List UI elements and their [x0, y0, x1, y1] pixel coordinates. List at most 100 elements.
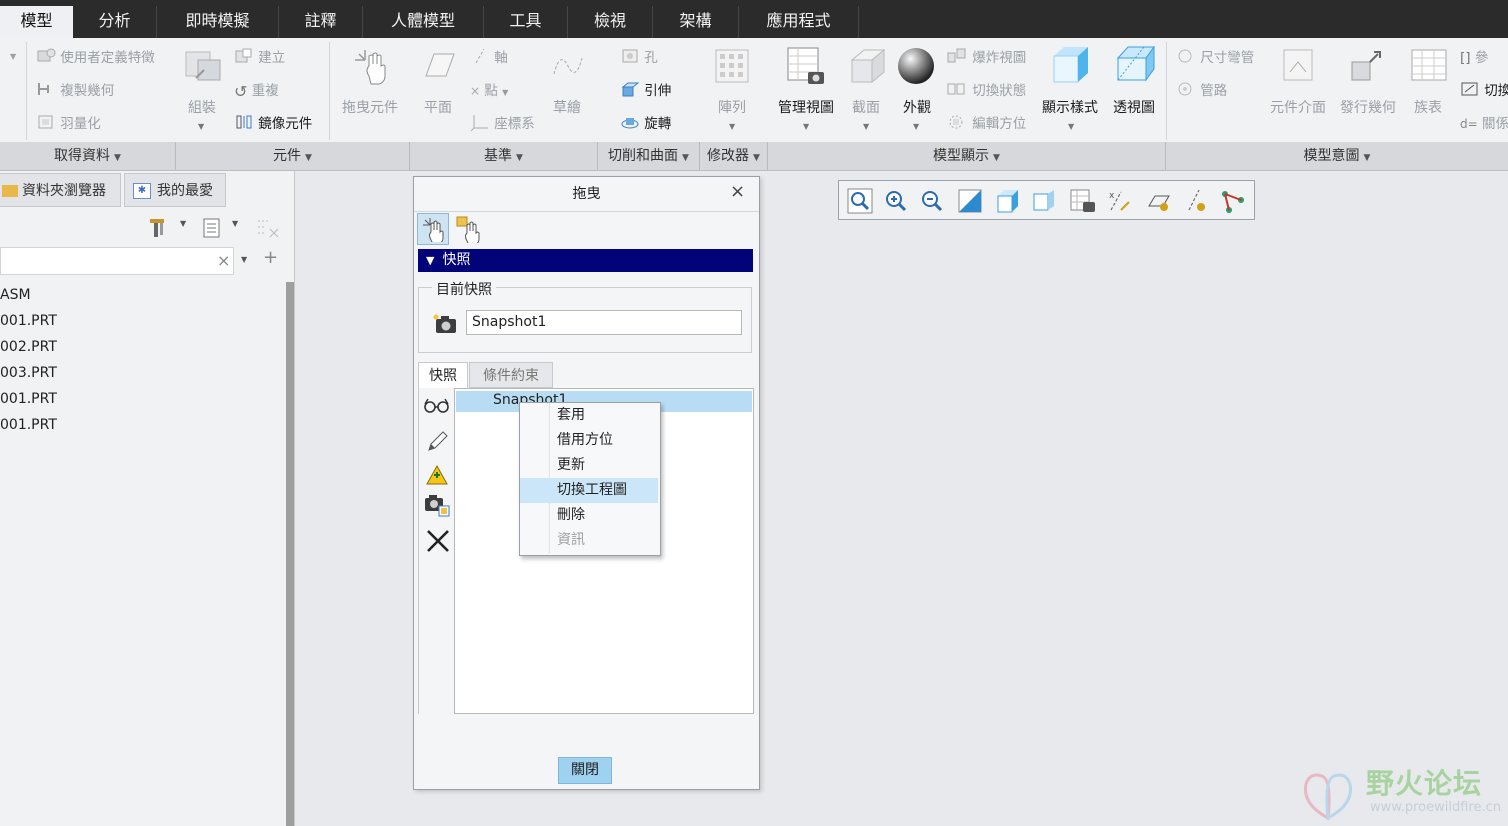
- dim-bend-button[interactable]: 尺寸彎管: [1176, 46, 1254, 69]
- component-interface-icon[interactable]: [1280, 46, 1320, 86]
- tab-constraints[interactable]: 條件約束: [469, 362, 553, 388]
- perspective-icon[interactable]: [1114, 44, 1156, 88]
- group-model-intent[interactable]: 模型意圖 ▼: [1166, 142, 1508, 170]
- menu-item-update[interactable]: 更新: [520, 453, 658, 478]
- csys-button[interactable]: 座標系: [470, 112, 535, 135]
- search-input[interactable]: ×: [0, 247, 234, 275]
- chevron-down-icon[interactable]: ▼: [241, 255, 247, 264]
- tab-tools[interactable]: 工具: [484, 6, 568, 38]
- close-icon[interactable]: ×: [730, 181, 745, 202]
- axis-button[interactable]: 軸: [470, 46, 508, 69]
- extrude-button[interactable]: 引伸: [620, 79, 671, 102]
- tree-item[interactable]: 003.PRT: [0, 365, 57, 381]
- section-icon[interactable]: [848, 46, 888, 88]
- toggle-state-button[interactable]: 切換狀態: [946, 79, 1026, 102]
- repaint-icon[interactable]: [957, 188, 983, 218]
- dialog-titlebar[interactable]: 拖曳 ×: [414, 177, 759, 212]
- parameters-button[interactable]: [] 參: [1460, 46, 1488, 66]
- edit-position-button[interactable]: 編輯方位: [946, 112, 1026, 135]
- pencil-icon[interactable]: [425, 428, 449, 458]
- tree-item[interactable]: 001.PRT: [0, 313, 57, 329]
- sketch-icon[interactable]: [550, 48, 586, 84]
- copy-geometry-button[interactable]: 複製幾何: [36, 79, 114, 102]
- exploded-view-button[interactable]: 爆炸視圖: [946, 46, 1026, 69]
- group-component[interactable]: 元件 ▼: [176, 142, 410, 170]
- settings-icon[interactable]: [146, 215, 170, 243]
- group-cut-surface[interactable]: 切削和曲面 ▼: [598, 142, 700, 170]
- ude-button[interactable]: 使用者定義特徵: [36, 46, 155, 69]
- repeat-button[interactable]: ↺ 重複: [234, 79, 279, 101]
- shrinkwrap-button[interactable]: 羽量化: [36, 112, 101, 135]
- tab-analysis[interactable]: 分析: [73, 6, 157, 38]
- plane-icon[interactable]: [418, 48, 458, 84]
- refit-icon[interactable]: [847, 188, 873, 218]
- add-icon[interactable]: +: [263, 247, 278, 268]
- tab-applications[interactable]: 應用程式: [739, 6, 859, 38]
- view-table-icon[interactable]: [1069, 188, 1097, 218]
- tab-framework[interactable]: 架構: [653, 6, 739, 38]
- menu-item-toggle-drawing[interactable]: 切換工程圖: [520, 478, 658, 503]
- group-modifier[interactable]: 修改器 ▼: [700, 142, 768, 170]
- clear-icon[interactable]: ×: [217, 251, 230, 270]
- assemble-icon[interactable]: [182, 46, 226, 86]
- menu-item-apply[interactable]: 套用: [520, 403, 658, 428]
- pipe-button[interactable]: 管路: [1176, 79, 1227, 102]
- filter-icon[interactable]: [256, 217, 280, 243]
- group-model-display[interactable]: 模型顯示 ▼: [768, 142, 1166, 170]
- current-snapshot-field[interactable]: Snapshot1: [466, 310, 742, 335]
- view-manager-icon[interactable]: [1031, 188, 1057, 218]
- drag-body-button[interactable]: [452, 213, 484, 246]
- chevron-down-icon[interactable]: ▼: [232, 219, 238, 228]
- datum-display-icon[interactable]: x: [1107, 188, 1135, 218]
- panel-splitter[interactable]: [286, 282, 294, 826]
- family-table-icon[interactable]: [1410, 46, 1450, 86]
- drag-component-icon[interactable]: [351, 46, 391, 86]
- tree-item[interactable]: 001.PRT: [0, 391, 57, 407]
- create-component-button[interactable]: 建立: [234, 46, 285, 69]
- chevron-down-icon[interactable]: ▼: [180, 219, 186, 228]
- delete-icon[interactable]: [425, 528, 451, 558]
- capture-snapshot-icon[interactable]: [432, 313, 458, 339]
- display-style-icon[interactable]: [1050, 44, 1092, 88]
- switch-button[interactable]: 切換: [1460, 79, 1508, 102]
- menu-item-delete[interactable]: 刪除: [520, 503, 658, 528]
- appearance-icon[interactable]: [896, 46, 936, 88]
- publish-geometry-icon[interactable]: [1348, 46, 1388, 86]
- close-button[interactable]: 關閉: [558, 757, 612, 784]
- manage-views-icon[interactable]: [786, 46, 828, 88]
- tab-folder-browser[interactable]: 資料夾瀏覽器: [0, 173, 121, 207]
- tab-favorites[interactable]: ✱ 我的最愛: [124, 173, 226, 207]
- zoom-in-icon[interactable]: [883, 188, 909, 218]
- saved-orientations-icon[interactable]: [995, 188, 1021, 218]
- tab-model[interactable]: 模型: [0, 6, 73, 38]
- point-display-icon[interactable]: [1219, 188, 1247, 218]
- revolve-button[interactable]: 旋轉: [620, 112, 671, 135]
- point-button[interactable]: × 點 ▼: [470, 79, 508, 99]
- show-list-icon[interactable]: [202, 217, 222, 243]
- group-get-data[interactable]: 取得資料 ▼: [0, 142, 176, 170]
- tab-snapshots[interactable]: 快照: [418, 362, 468, 388]
- plane-display-icon[interactable]: [1145, 188, 1173, 218]
- axis-display-icon[interactable]: [1183, 188, 1211, 218]
- warning-icon[interactable]: [425, 464, 449, 490]
- glasses-icon[interactable]: [423, 396, 451, 420]
- drag-point-button[interactable]: [417, 213, 449, 245]
- zoom-out-icon[interactable]: [919, 188, 945, 218]
- tab-live-simulation[interactable]: 即時模擬: [157, 6, 279, 38]
- mirror-component-button[interactable]: 鏡像元件: [234, 112, 312, 135]
- tab-annotate[interactable]: 註釋: [279, 6, 363, 38]
- relations-button[interactable]: d= 關係: [1460, 112, 1508, 132]
- tab-view[interactable]: 檢視: [568, 6, 653, 38]
- group-datum[interactable]: 基準 ▼: [410, 142, 598, 170]
- collapsed-item[interactable]: ▼: [0, 48, 16, 64]
- tree-item[interactable]: 002.PRT: [0, 339, 57, 355]
- axis-icon: [470, 47, 490, 69]
- menu-item-borrow-orientation[interactable]: 借用方位: [520, 428, 658, 453]
- tree-item[interactable]: ASM: [0, 287, 31, 303]
- hole-button[interactable]: 孔: [620, 46, 658, 69]
- camera-link-icon[interactable]: [423, 492, 451, 522]
- tree-item[interactable]: 001.PRT: [0, 417, 57, 433]
- snapshot-section-header[interactable]: ▼ 快照: [418, 249, 753, 272]
- tab-manikin[interactable]: 人體模型: [363, 6, 484, 38]
- pattern-icon[interactable]: [712, 46, 752, 86]
